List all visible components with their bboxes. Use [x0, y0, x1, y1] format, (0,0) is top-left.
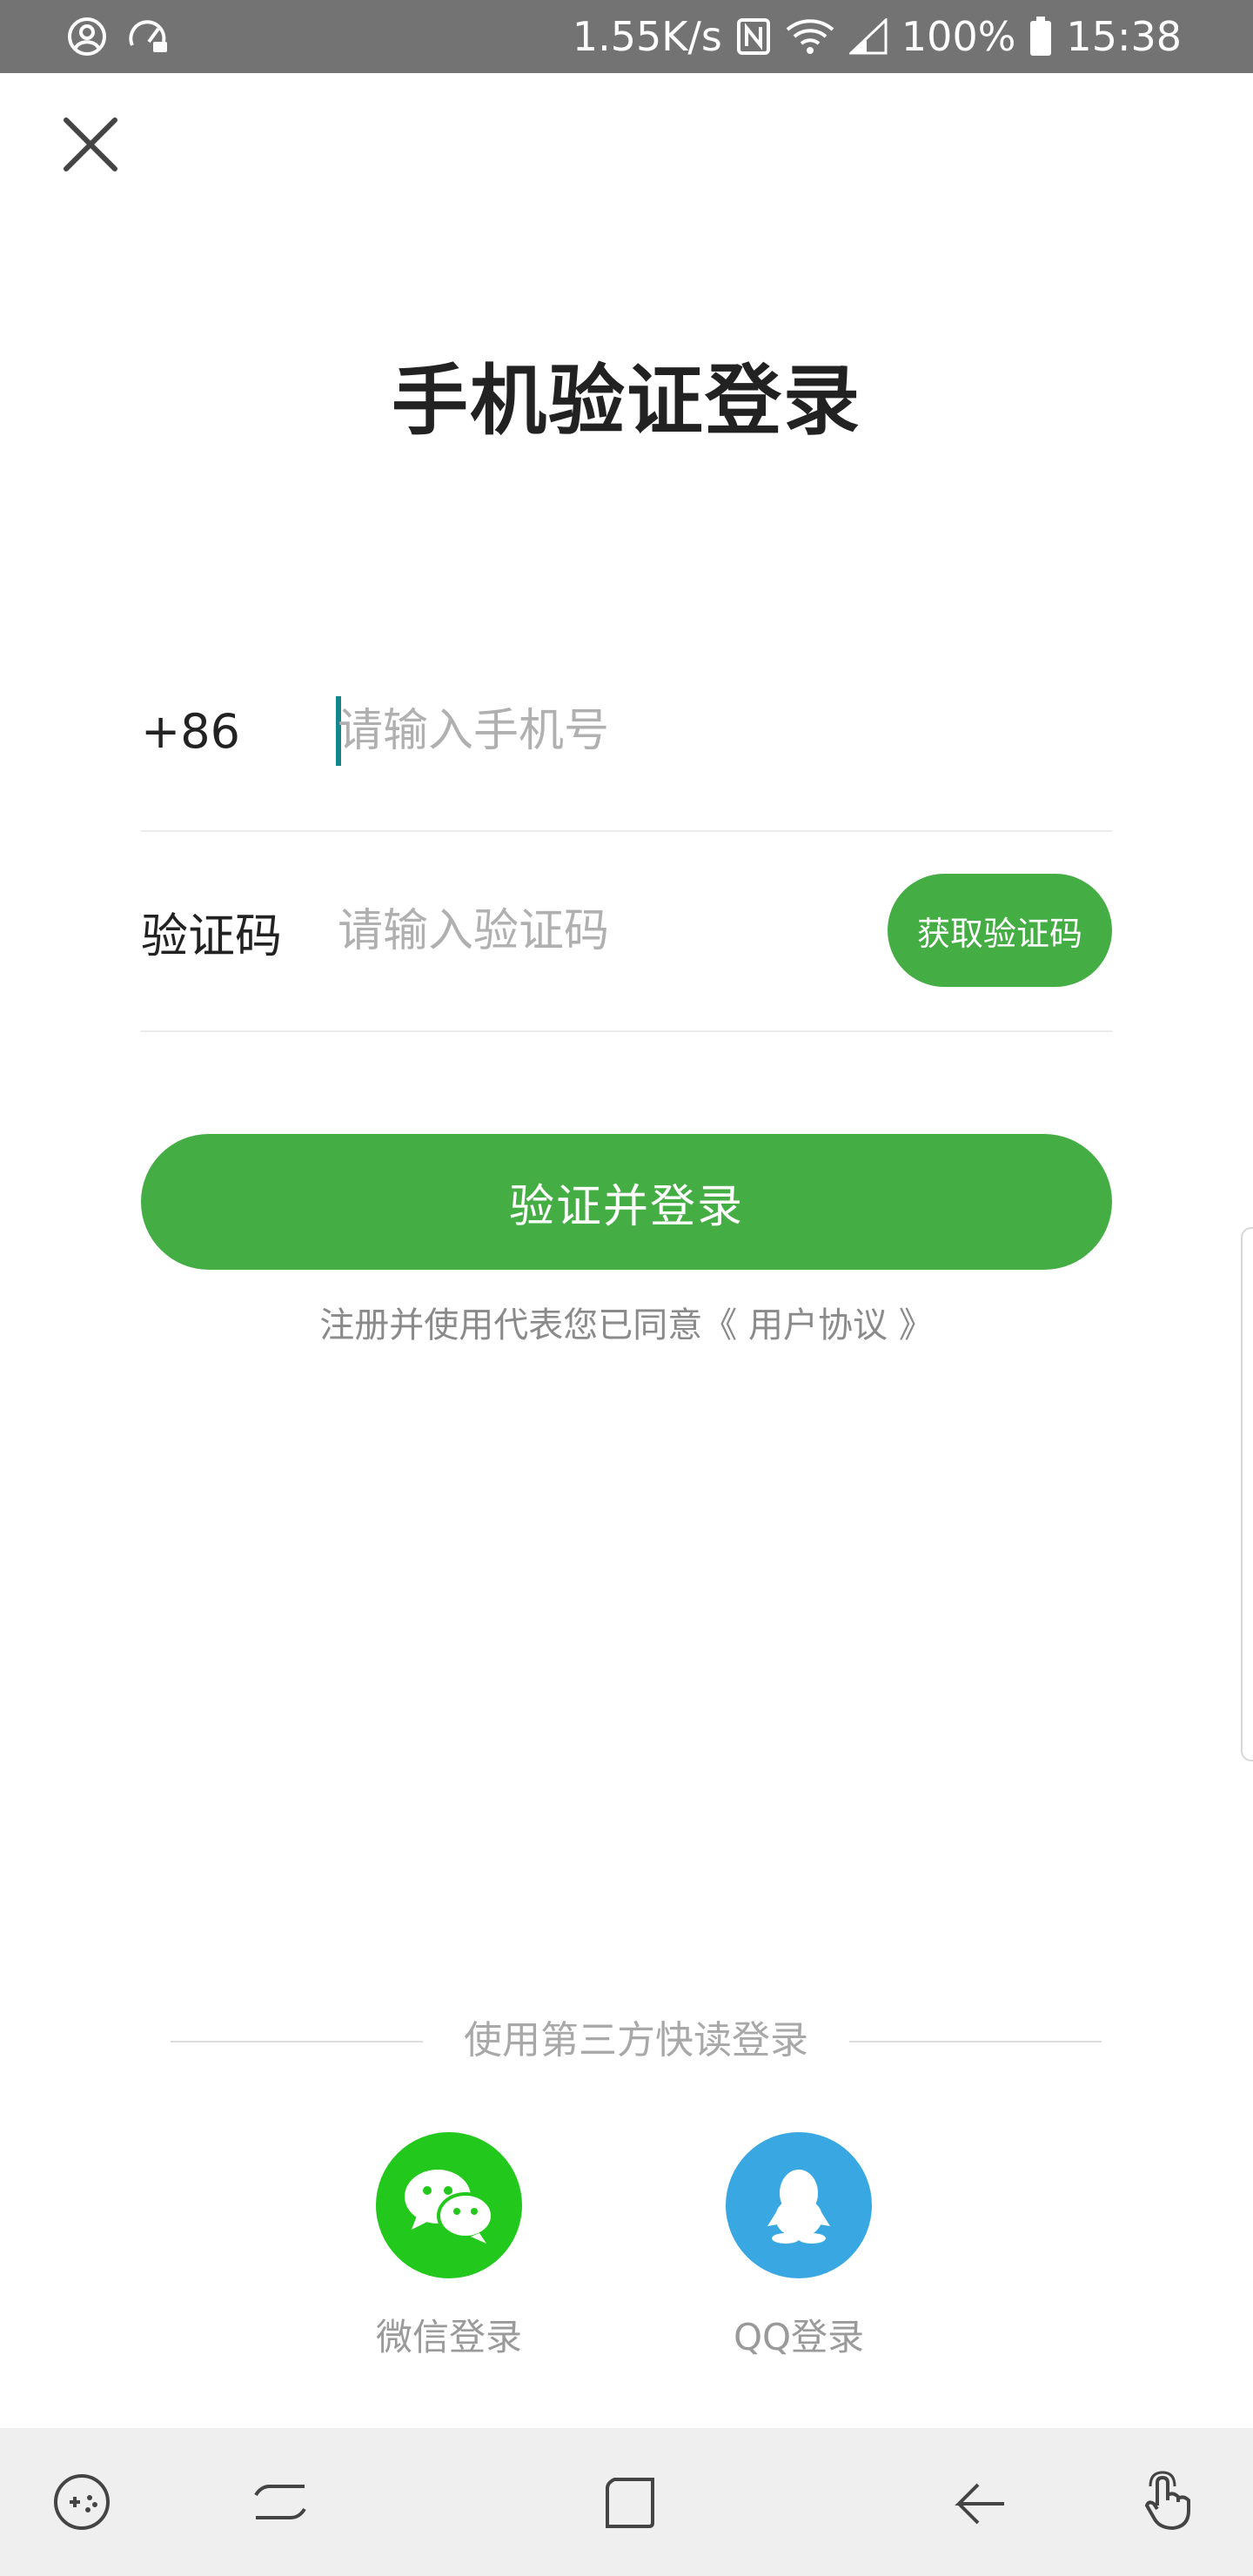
nfc-icon	[736, 17, 771, 56]
game-tools-icon	[54, 2474, 110, 2530]
divider-line-right	[849, 2041, 1102, 2043]
back-icon	[955, 2483, 1004, 2525]
touch-gesture-button[interactable]	[1135, 2467, 1204, 2537]
country-code[interactable]: +86	[141, 670, 240, 792]
code-label: 验证码	[141, 908, 282, 963]
back-button[interactable]	[945, 2467, 1015, 2537]
qq-login-label: QQ登录	[733, 2316, 865, 2358]
edge-panel-handle[interactable]	[1241, 1227, 1253, 1761]
battery-icon	[1029, 17, 1052, 57]
code-row: 验证码 获取验证码	[141, 870, 1112, 1032]
page-title: 手机验证登录	[391, 356, 861, 446]
recents-icon	[254, 2485, 306, 2519]
get-code-button[interactable]: 获取验证码	[888, 874, 1112, 987]
net-speed: 1.55K/s	[572, 13, 722, 60]
phone-input[interactable]	[338, 694, 825, 768]
qq-icon	[767, 2170, 830, 2244]
recents-button[interactable]	[245, 2467, 315, 2537]
qq-icon-circle[interactable]	[726, 2132, 872, 2278]
verify-login-button[interactable]: 验证并登录	[141, 1134, 1112, 1270]
navigation-bar	[0, 2428, 1253, 2576]
wechat-login-button[interactable]: 微信登录	[362, 2132, 536, 2361]
user-agreement-link[interactable]: 《 用户协议 》	[702, 1305, 933, 1345]
agreement-prefix: 注册并使用代表您已同意	[319, 1305, 703, 1345]
agreement-text: 注册并使用代表您已同意《 用户协议 》	[0, 1297, 1253, 1347]
status-right: 1.55K/s 100% 15:38	[573, 0, 1182, 73]
clock: 15:38	[1066, 13, 1182, 60]
wechat-icon-circle[interactable]	[376, 2132, 522, 2278]
game-tools-button[interactable]	[47, 2467, 117, 2537]
third-party-divider: 使用第三方快读登录	[171, 2010, 1102, 2071]
status-left-icons	[66, 16, 171, 61]
wechat-icon	[405, 2170, 494, 2244]
speedometer-icon	[127, 16, 171, 61]
signal-icon	[848, 18, 888, 55]
wechat-login-label: 微信登录	[375, 2316, 522, 2358]
phone-row: +86	[141, 670, 1112, 832]
qq-login-button[interactable]: QQ登录	[712, 2132, 886, 2361]
code-input[interactable]	[338, 895, 825, 968]
close-icon	[64, 117, 117, 171]
home-button[interactable]	[595, 2467, 665, 2537]
wifi-icon	[785, 17, 835, 56]
touch-gesture-icon	[1144, 2471, 1190, 2531]
status-bar: 1.55K/s 100% 15:38	[0, 0, 1253, 73]
close-button[interactable]	[59, 113, 122, 176]
battery-percent: 100%	[901, 13, 1016, 60]
home-icon	[606, 2478, 654, 2528]
account-icon	[66, 16, 108, 61]
